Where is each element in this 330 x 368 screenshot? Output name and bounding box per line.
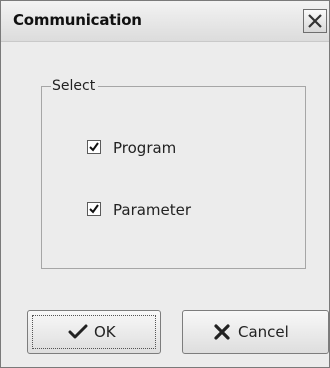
parameter-label: Parameter [113, 201, 192, 219]
communication-dialog: Communication Select Program Parameter O [0, 0, 330, 368]
title-bar[interactable]: Communication [1, 1, 329, 42]
group-label: Select [51, 78, 99, 94]
dialog-title: Communication [13, 11, 142, 29]
select-group [41, 86, 306, 269]
close-button[interactable] [303, 9, 327, 33]
ok-button[interactable]: OK [27, 310, 161, 354]
checkmark-icon [89, 204, 99, 214]
program-checkbox[interactable] [87, 140, 101, 154]
checkmark-icon [68, 324, 88, 339]
checkmark-icon [89, 142, 99, 152]
cancel-label: Cancel [238, 323, 289, 341]
close-icon [308, 14, 322, 28]
x-icon [214, 324, 230, 340]
program-label: Program [113, 139, 177, 157]
parameter-checkbox[interactable] [87, 202, 101, 216]
ok-label: OK [94, 323, 116, 341]
cancel-button[interactable]: Cancel [182, 310, 329, 354]
